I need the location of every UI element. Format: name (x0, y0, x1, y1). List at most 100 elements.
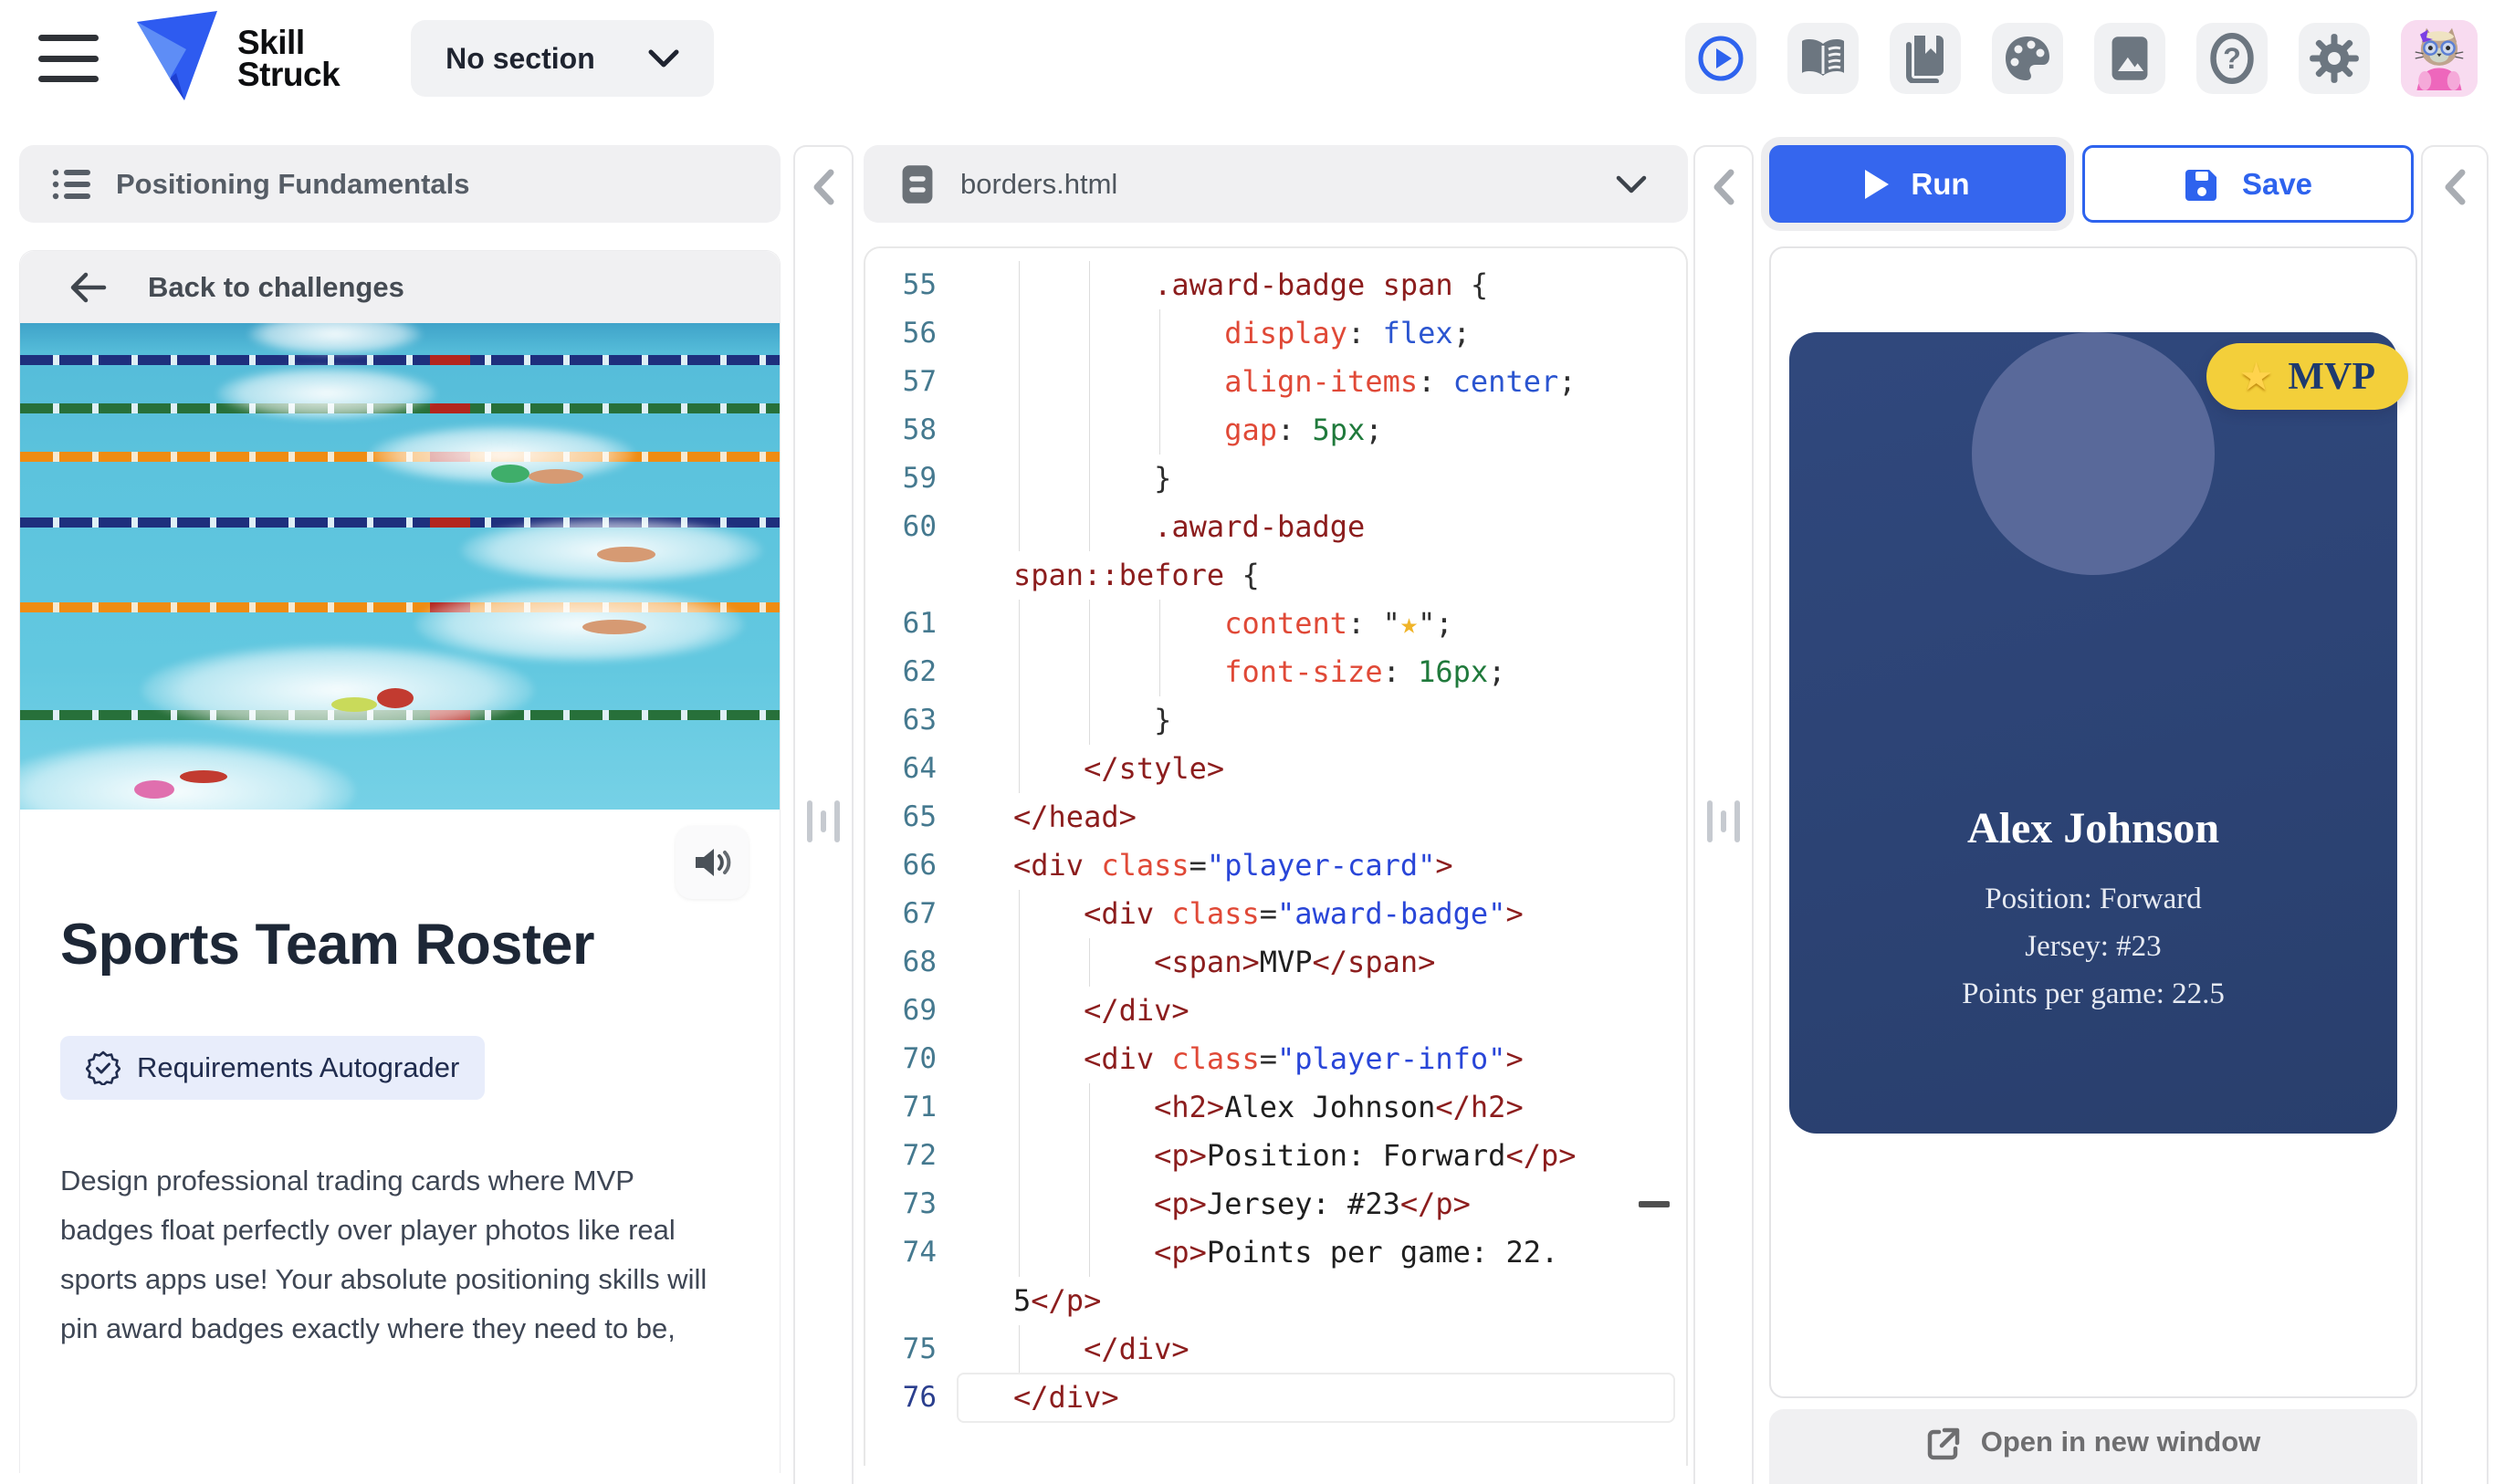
open-in-new-window-button[interactable]: Open in new window (1769, 1409, 2417, 1484)
lesson-card: Back to challenges (19, 250, 781, 1473)
code-line[interactable]: 59 } (865, 455, 1686, 503)
preview-panel: Run Save ★ MVP Alex Johnson Position: Fo… (1769, 145, 2417, 1466)
code-line[interactable]: 69 </div> (865, 987, 1686, 1035)
line-number: 69 (865, 987, 960, 1035)
image-icon[interactable] (2094, 23, 2165, 94)
library-bookmark-icon[interactable] (1890, 23, 1961, 94)
code-line[interactable]: 64 </style> (865, 745, 1686, 793)
speaker-icon (692, 844, 732, 881)
line-number: 62 (865, 648, 960, 696)
code-line[interactable]: 74 <p>Points per game: 22. (865, 1228, 1686, 1277)
brand-logo[interactable]: Skill Struck (133, 9, 340, 109)
line-number: 65 (865, 793, 960, 841)
navbar-icon-group: ? (1685, 20, 2478, 97)
settings-gear-icon[interactable] (2299, 23, 2370, 94)
back-to-challenges-button[interactable]: Back to challenges (20, 251, 780, 323)
collapse-left-icon[interactable] (2441, 167, 2468, 207)
line-number: 59 (865, 455, 960, 503)
line-number: 61 (865, 600, 960, 648)
code-line[interactable]: 75 </div> (865, 1325, 1686, 1374)
play-icon (1865, 170, 1889, 199)
line-number: 60 (865, 503, 960, 551)
file-tab[interactable]: borders.html (864, 145, 1688, 223)
line-number: 68 (865, 938, 960, 987)
code-line[interactable]: 70 <div class="player-info"> (865, 1035, 1686, 1083)
code-editor[interactable]: 55 .award-badge span {56 display: flex;5… (864, 246, 1688, 1466)
section-selector-value: No section (445, 42, 595, 76)
lesson-panel: Positioning Fundamentals Back to challen… (19, 145, 781, 1466)
line-number: 75 (865, 1325, 960, 1374)
play-circle-icon[interactable] (1685, 23, 1756, 94)
save-label: Save (2242, 167, 2312, 202)
save-button[interactable]: Save (2082, 145, 2414, 223)
line-number (865, 551, 960, 600)
code-line[interactable]: 71 <h2>Alex Johnson</h2> (865, 1083, 1686, 1132)
brand-name: Skill Struck (237, 26, 340, 90)
code-line[interactable]: 68 <span>MVP</span> (865, 938, 1686, 987)
run-button[interactable]: Run (1769, 145, 2066, 223)
drag-handle[interactable] (1707, 800, 1740, 842)
line-number: 72 (865, 1132, 960, 1180)
file-name: borders.html (960, 168, 1117, 201)
code-line[interactable]: 67 <div class="award-badge"> (865, 890, 1686, 938)
collapse-left-icon[interactable] (1710, 167, 1737, 207)
read-aloud-button[interactable] (676, 826, 749, 899)
code-line[interactable]: 66<div class="player-card"> (865, 841, 1686, 890)
page-title: Sports Team Roster (60, 912, 608, 979)
lesson-description: Design professional trading cards where … (60, 1156, 710, 1353)
code-line[interactable]: 57 align-items: center; (865, 358, 1686, 406)
chevron-down-icon[interactable] (1615, 174, 1648, 194)
help-icon[interactable]: ? (2196, 23, 2268, 94)
save-icon (2184, 166, 2220, 203)
line-number: 57 (865, 358, 960, 406)
line-number: 64 (865, 745, 960, 793)
code-line[interactable]: 5</p> (865, 1277, 1686, 1325)
svg-text:?: ? (2223, 42, 2241, 75)
profile-avatar[interactable] (2401, 20, 2478, 97)
panel-divider-left[interactable] (793, 145, 854, 1484)
player-stats: Position: Forward Jersey: #23 Points per… (1789, 875, 2397, 1018)
line-number: 76 (865, 1374, 960, 1422)
course-header[interactable]: Positioning Fundamentals (19, 145, 781, 223)
external-link-icon (1926, 1426, 1961, 1462)
code-line[interactable]: 73 <p>Jersey: #23</p> (865, 1180, 1686, 1228)
top-navbar: Skill Struck No section ? (0, 0, 2494, 117)
render-preview: ★ MVP Alex Johnson Position: Forward Jer… (1769, 246, 2417, 1398)
player-name: Alex Johnson (1789, 803, 2397, 853)
collapse-left-icon[interactable] (810, 167, 837, 207)
list-icon (52, 168, 92, 201)
panel-divider-right[interactable] (2421, 145, 2489, 1484)
panel-divider-middle[interactable] (1693, 145, 1754, 1484)
player-points: Points per game: 22.5 (1789, 970, 2397, 1018)
player-position: Position: Forward (1789, 875, 2397, 923)
code-line[interactable]: span::before { (865, 551, 1686, 600)
file-icon (900, 163, 935, 205)
code-line[interactable]: 55 .award-badge span { (865, 261, 1686, 309)
drag-handle[interactable] (807, 800, 840, 842)
line-number: 56 (865, 309, 960, 358)
code-line[interactable]: 61 content: "★"; (865, 600, 1686, 648)
palette-icon[interactable] (1992, 23, 2063, 94)
player-card: ★ MVP Alex Johnson Position: Forward Jer… (1789, 332, 2397, 1134)
code-rows: 55 .award-badge span {56 display: flex;5… (865, 261, 1686, 1422)
line-number: 67 (865, 890, 960, 938)
player-photo-placeholder (1972, 332, 2215, 575)
seal-check-icon (86, 1050, 121, 1085)
lesson-image (20, 323, 780, 810)
code-line[interactable]: 63 } (865, 696, 1686, 745)
code-line[interactable]: 58 gap: 5px; (865, 406, 1686, 455)
line-number: 71 (865, 1083, 960, 1132)
code-line[interactable]: 76</div> (865, 1374, 1686, 1422)
autograder-badge: Requirements Autograder (60, 1036, 485, 1100)
hamburger-menu-icon[interactable] (38, 35, 99, 82)
line-number: 73 (865, 1180, 960, 1228)
arrow-left-icon (68, 272, 108, 303)
code-line[interactable]: 56 display: flex; (865, 309, 1686, 358)
section-selector[interactable]: No section (411, 20, 714, 97)
line-number: 66 (865, 841, 960, 890)
code-line[interactable]: 60 .award-badge (865, 503, 1686, 551)
code-line[interactable]: 72 <p>Position: Forward</p> (865, 1132, 1686, 1180)
code-line[interactable]: 62 font-size: 16px; (865, 648, 1686, 696)
code-line[interactable]: 65</head> (865, 793, 1686, 841)
book-open-icon[interactable] (1787, 23, 1859, 94)
